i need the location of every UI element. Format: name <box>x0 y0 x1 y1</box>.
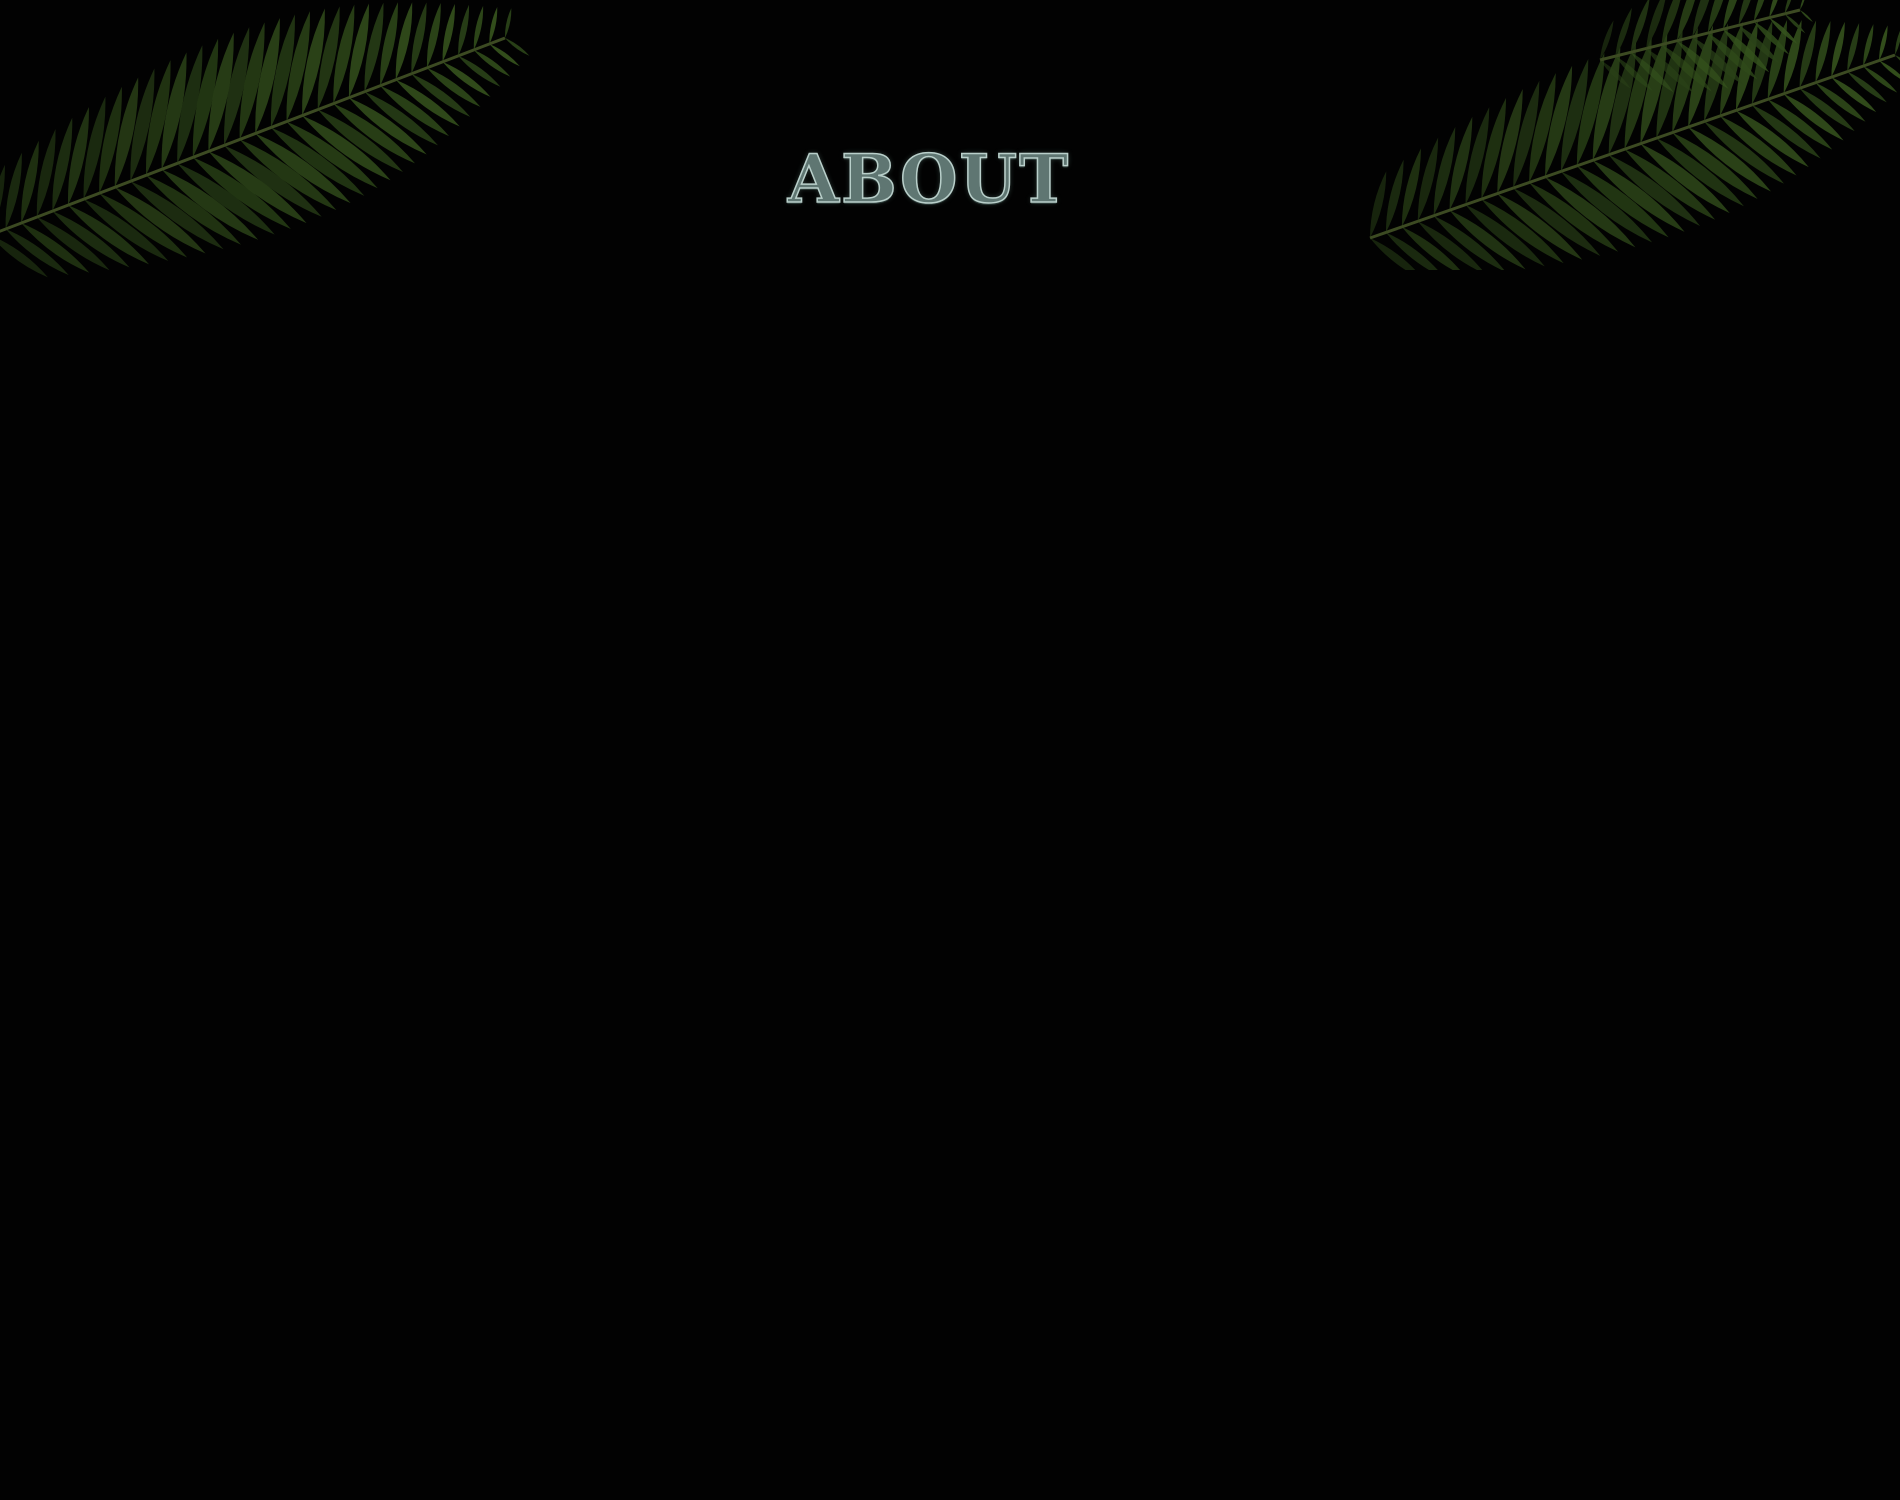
about-page: ABOUT <box>0 0 1900 1500</box>
fern-right-decoration <box>1369 0 1900 270</box>
page-title: ABOUT <box>787 139 1071 219</box>
